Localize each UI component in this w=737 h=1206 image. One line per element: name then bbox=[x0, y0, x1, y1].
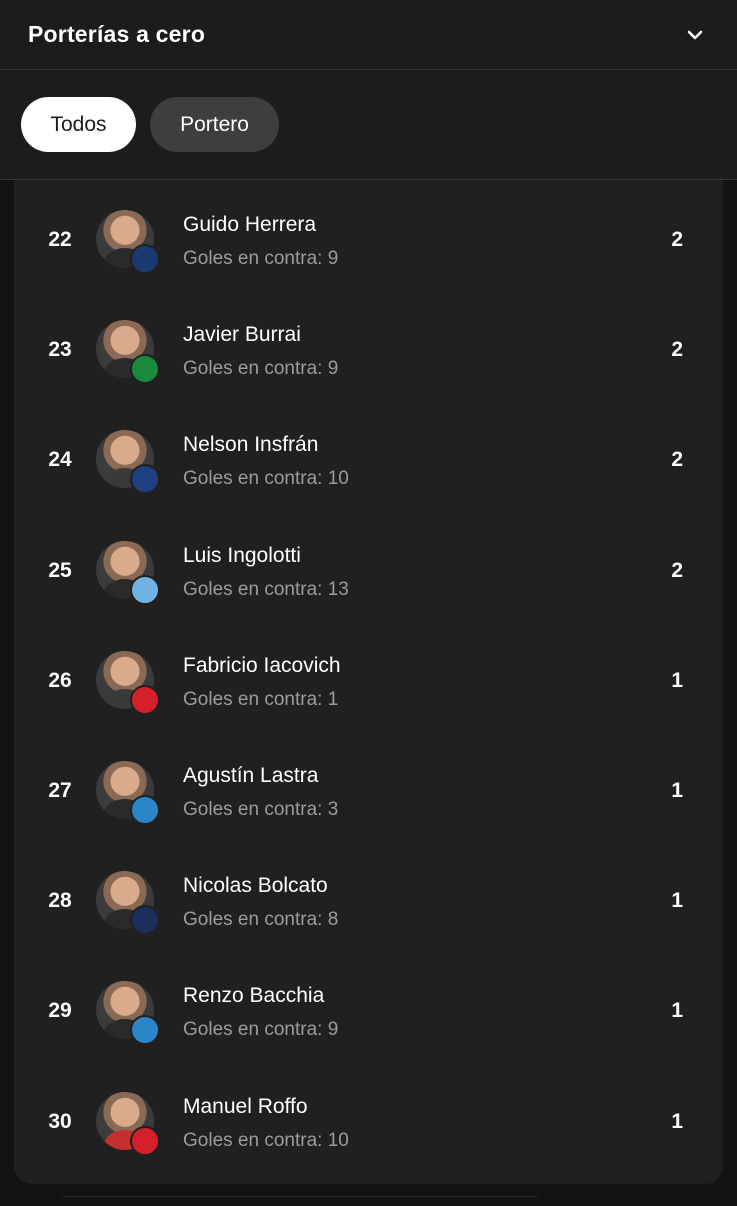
clean-sheets-value: 1 bbox=[671, 668, 683, 692]
clean-sheets-value: 2 bbox=[671, 338, 683, 362]
player-goals-against: Goles en contra: 10 bbox=[183, 1129, 349, 1151]
player-name: Nicolas Bolcato bbox=[183, 874, 328, 898]
header: Porterías a cero Todos Portero bbox=[0, 0, 737, 180]
player-rank: 27 bbox=[48, 779, 72, 802]
team-badge-icon bbox=[130, 244, 160, 274]
player-avatar bbox=[96, 761, 160, 827]
team-badge-icon bbox=[130, 684, 160, 715]
player-row[interactable]: 27 Agustín Lastra Goles en contra: 3 1 bbox=[14, 736, 723, 846]
player-row[interactable]: 26 Fabricio Iacovich Goles en contra: 1 … bbox=[14, 626, 723, 736]
player-goals-against: Goles en contra: 9 bbox=[183, 358, 339, 380]
team-badge-icon bbox=[130, 464, 160, 495]
clean-sheets-value: 2 bbox=[671, 448, 683, 472]
player-avatar bbox=[96, 430, 160, 496]
team-badge-icon bbox=[130, 795, 160, 825]
player-name: Agustín Lastra bbox=[183, 764, 319, 787]
player-avatar bbox=[96, 1091, 160, 1158]
player-rank: 26 bbox=[48, 668, 72, 692]
clean-sheets-value: 1 bbox=[671, 999, 683, 1023]
player-name: Nelson Insfrán bbox=[183, 433, 319, 457]
player-name: Guido Herrera bbox=[183, 213, 317, 236]
player-rank: 29 bbox=[48, 999, 72, 1023]
player-avatar bbox=[96, 320, 160, 386]
team-badge-icon bbox=[130, 1015, 160, 1046]
chevron-down-icon[interactable] bbox=[683, 23, 707, 47]
clean-sheets-value: 1 bbox=[671, 1109, 683, 1133]
team-badge-icon bbox=[130, 354, 160, 385]
player-rank: 30 bbox=[48, 1109, 72, 1133]
player-name: Renzo Bacchia bbox=[183, 984, 325, 1008]
player-avatar bbox=[96, 540, 160, 607]
team-badge-icon bbox=[130, 905, 160, 936]
player-row[interactable]: 23 Javier Burrai Goles en contra: 9 2 bbox=[14, 295, 723, 405]
player-row[interactable]: 25 Luis Ingolotti Goles en contra: 13 2 bbox=[14, 516, 723, 626]
player-goals-against: Goles en contra: 8 bbox=[183, 909, 339, 931]
player-row[interactable]: 28 Nicolas Bolcato Goles en contra: 8 1 bbox=[14, 846, 723, 956]
player-rank: 28 bbox=[48, 889, 72, 913]
clean-sheets-value: 2 bbox=[671, 558, 683, 582]
team-badge-icon bbox=[130, 574, 160, 605]
player-avatar bbox=[96, 871, 160, 937]
player-row[interactable]: 29 Renzo Bacchia Goles en contra: 9 1 bbox=[14, 956, 723, 1066]
player-avatar bbox=[96, 650, 160, 717]
player-name: Fabricio Iacovich bbox=[183, 653, 341, 677]
clean-sheets-value: 1 bbox=[671, 779, 683, 802]
player-goals-against: Goles en contra: 10 bbox=[183, 468, 349, 490]
player-name: Luis Ingolotti bbox=[183, 543, 301, 567]
section-title: Porterías a cero bbox=[28, 21, 206, 47]
filter-chips: Todos Portero bbox=[0, 70, 737, 152]
player-name: Javier Burrai bbox=[183, 323, 301, 347]
player-goals-against: Goles en contra: 1 bbox=[183, 688, 339, 710]
player-rank: 22 bbox=[48, 228, 72, 251]
player-row[interactable]: 22 Guido Herrera Goles en contra: 9 2 bbox=[14, 185, 723, 295]
player-row[interactable]: 30 Manuel Roffo Goles en contra: 10 1 bbox=[14, 1067, 723, 1177]
clean-sheets-value: 1 bbox=[671, 889, 683, 913]
player-rank: 23 bbox=[48, 338, 72, 362]
player-row[interactable]: 24 Nelson Insfrán Goles en contra: 10 2 bbox=[14, 405, 723, 515]
filter-chip-todos[interactable]: Todos bbox=[21, 97, 136, 152]
clean-sheets-value: 2 bbox=[671, 228, 683, 251]
player-goals-against: Goles en contra: 9 bbox=[183, 248, 339, 269]
ranking-list: 22 Guido Herrera Goles en contra: 9 2 23… bbox=[14, 180, 723, 1184]
player-rank: 25 bbox=[48, 558, 72, 582]
player-avatar bbox=[96, 981, 160, 1047]
player-avatar bbox=[96, 210, 160, 276]
player-goals-against: Goles en contra: 9 bbox=[183, 1019, 339, 1041]
next-card-edge bbox=[60, 1196, 540, 1206]
player-goals-against: Goles en contra: 3 bbox=[183, 799, 339, 820]
filter-chip-portero[interactable]: Portero bbox=[150, 97, 279, 152]
player-rank: 24 bbox=[48, 448, 72, 472]
header-bar[interactable]: Porterías a cero bbox=[0, 0, 737, 70]
player-goals-against: Goles en contra: 13 bbox=[183, 578, 349, 600]
player-name: Manuel Roffo bbox=[183, 1094, 308, 1118]
team-badge-icon bbox=[130, 1125, 160, 1156]
